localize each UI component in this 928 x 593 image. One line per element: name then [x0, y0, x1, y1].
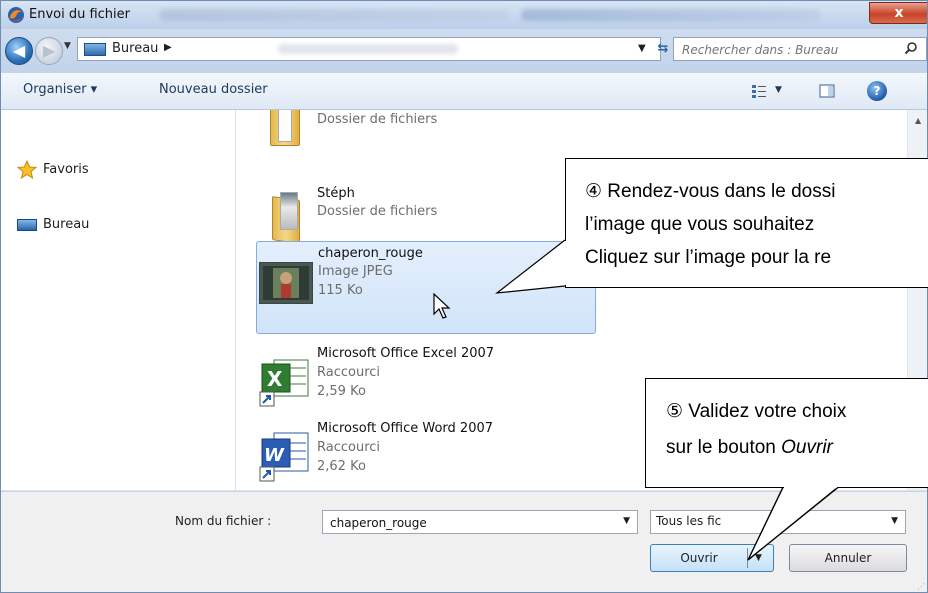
file-type: Dossier de fichiers: [317, 112, 438, 127]
search-input[interactable]: [680, 40, 884, 60]
blurred-background-tab: [521, 9, 821, 21]
help-icon[interactable]: ?: [867, 81, 887, 101]
dialog-title: Envoi du fichier: [29, 7, 130, 22]
firefox-icon: [8, 7, 24, 23]
nav-item-label: Favoris: [43, 162, 89, 177]
file-type-filter[interactable]: Tous les fic ▼: [650, 510, 906, 534]
file-name: Stéph: [317, 186, 355, 201]
callout-step-4: ④ Rendez-vous dans le dossi l’image que …: [565, 158, 928, 288]
file-size: 2,62 Ko: [317, 459, 366, 474]
file-name: Microsoft Office Excel 2007: [317, 346, 495, 361]
chevron-down-icon[interactable]: ▼: [623, 516, 630, 526]
blurred-background-tab: [159, 9, 509, 21]
close-button[interactable]: x: [869, 2, 927, 24]
forward-button[interactable]: ▶: [35, 37, 63, 65]
split-divider: [747, 548, 748, 568]
list-item-word[interactable]: W Microsoft Office Word 2007 Raccourci 2…: [256, 419, 596, 485]
callout-text: ⑤ Validez votre choix: [666, 401, 847, 422]
svg-text:X: X: [267, 367, 283, 391]
file-type: Raccourci: [317, 440, 381, 455]
mouse-cursor-icon: [433, 293, 451, 319]
callout-step-5: ⑤ Validez votre choix sur le bouton Ouvr…: [645, 378, 928, 488]
scroll-up-icon[interactable]: ▲: [915, 116, 921, 125]
blurred-background: [278, 44, 458, 54]
back-button[interactable]: ◀: [5, 37, 33, 65]
list-item-excel[interactable]: X Microsoft Office Excel 2007 Raccourci …: [256, 344, 596, 410]
filename-input[interactable]: [328, 513, 602, 533]
callout-text: sur le bouton Ouvrir: [666, 432, 833, 463]
file-size: 115 Ko: [318, 283, 363, 298]
command-bar: Organiser ▾ Nouveau dossier ▼ ?: [1, 73, 927, 110]
image-thumbnail: [258, 261, 314, 305]
file-upload-dialog: Envoi du fichier x ◀ ▶ ▼ Bureau ▶ ▼ ⇆ Or…: [0, 0, 928, 593]
refresh-button[interactable]: ⇆: [652, 39, 674, 59]
chevron-down-icon[interactable]: ▼: [64, 41, 71, 51]
open-button-label: Ouvrir: [680, 551, 718, 565]
star-icon: [17, 160, 37, 180]
filter-value: Tous les fic: [656, 514, 722, 528]
excel-icon: X: [258, 348, 310, 407]
folder-icon: [258, 188, 310, 244]
cancel-button[interactable]: Annuler: [789, 544, 907, 572]
organize-button[interactable]: Organiser ▾: [23, 82, 97, 97]
address-row: ◀ ▶ ▼ Bureau ▶ ▼ ⇆: [1, 29, 927, 73]
file-type: Raccourci: [317, 365, 381, 380]
title-bar: Envoi du fichier x: [1, 1, 927, 29]
search-box[interactable]: [673, 37, 927, 61]
resize-grip-icon[interactable]: ⋰: [917, 582, 925, 591]
filename-combobox[interactable]: ▼: [322, 510, 638, 534]
new-folder-button[interactable]: Nouveau dossier: [159, 82, 268, 97]
filename-label: Nom du fichier :: [175, 514, 272, 528]
list-item-chaperon-rouge[interactable]: chaperon_rouge Image JPEG 115 Ko: [256, 241, 596, 334]
callout-text: ④ Rendez-vous dans le dossi: [585, 181, 836, 202]
callout-emphasis: Ouvrir: [781, 437, 833, 458]
preview-pane-icon[interactable]: [819, 83, 835, 99]
search-icon[interactable]: [904, 41, 918, 55]
callout-text-prefix: sur le bouton: [666, 437, 782, 458]
file-name-panel: Nom du fichier : ▼ Tous les fic ▼ Ouvrir…: [1, 491, 927, 592]
open-button[interactable]: Ouvrir ▼: [650, 544, 774, 572]
list-item-folder[interactable]: Dossier de fichiers: [256, 110, 596, 148]
chevron-down-icon[interactable]: ▼: [891, 516, 898, 526]
file-type: Dossier de fichiers: [317, 204, 438, 219]
callout-text: Cliquez sur l’image pour la re: [585, 247, 832, 268]
svg-text:W: W: [264, 445, 285, 466]
file-name: chaperon_rouge: [318, 246, 423, 261]
views-icon[interactable]: [751, 83, 767, 99]
file-size: 2,59 Ko: [317, 384, 366, 399]
callout-text: l’image que vous souhaitez: [585, 214, 815, 235]
address-bar[interactable]: Bureau ▶ ▼ ⇆: [77, 37, 668, 61]
desktop-icon: [84, 43, 106, 56]
chevron-down-icon[interactable]: ▼: [775, 85, 782, 95]
chevron-down-icon[interactable]: ▼: [755, 545, 762, 571]
folder-icon: [258, 110, 310, 146]
list-item-steph[interactable]: Stéph Dossier de fichiers: [256, 184, 596, 244]
word-icon: W: [258, 423, 310, 482]
chevron-down-icon[interactable]: ▼: [638, 43, 646, 54]
navigation-pane: Favoris Bureau: [1, 110, 236, 490]
address-location[interactable]: Bureau: [112, 41, 158, 56]
file-type: Image JPEG: [318, 264, 393, 279]
desktop-icon: [17, 219, 37, 231]
nav-item-label: Bureau: [43, 217, 90, 232]
file-name: Microsoft Office Word 2007: [317, 421, 494, 436]
breadcrumb-arrow-icon[interactable]: ▶: [164, 42, 172, 53]
